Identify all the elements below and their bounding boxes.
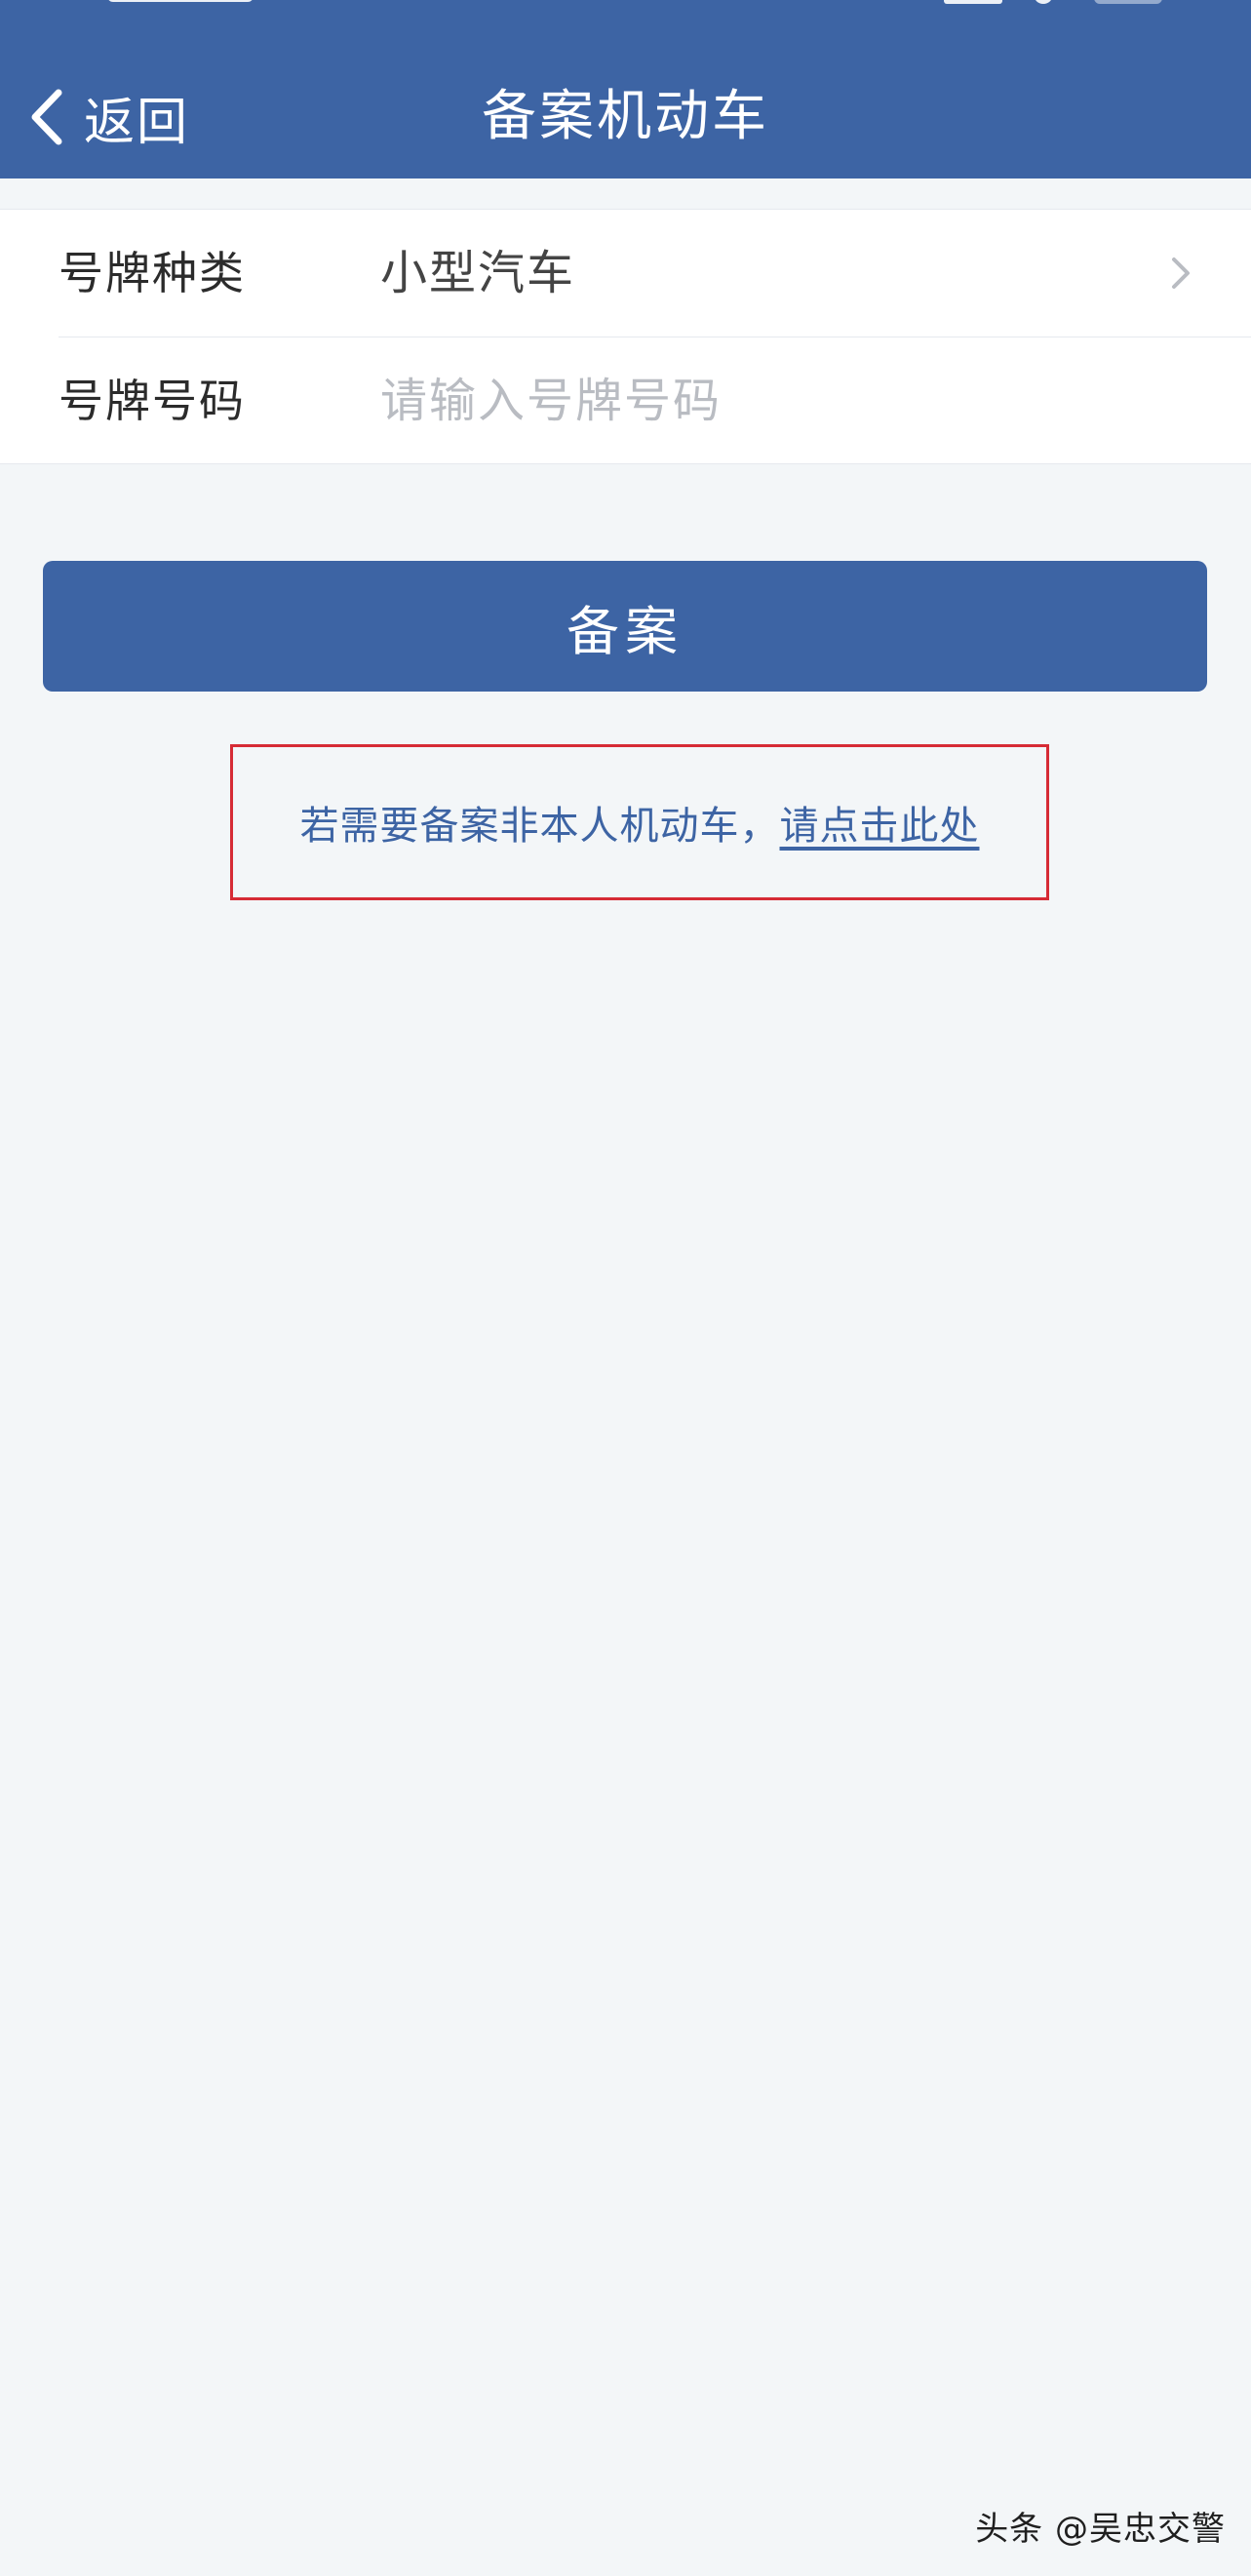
status-bar: [0, 0, 1251, 10]
page-title: 备案机动车: [482, 85, 769, 148]
register-button[interactable]: 备案: [43, 561, 1207, 692]
status-time-icon: [107, 0, 254, 2]
notice-text: 若需要备案非本人机动车，: [299, 804, 780, 849]
watermark: 头条 @吴忠交警: [975, 2510, 1226, 2549]
notice-highlight-box: 若需要备案非本人机动车， 请点击此处: [230, 744, 1049, 900]
plate-number-label: 号牌号码: [59, 375, 246, 427]
signal-icon: [944, 0, 1002, 4]
battery-icon: [1094, 0, 1162, 4]
plate-type-row[interactable]: 号牌种类 小型汽车: [0, 210, 1251, 337]
plate-number-row: 号牌号码: [0, 337, 1251, 464]
chevron-right-icon: [1166, 254, 1195, 293]
plate-type-label: 号牌种类: [59, 247, 246, 299]
notice-link[interactable]: 请点击此处: [780, 794, 980, 851]
vehicle-form: 号牌种类 小型汽车 号牌号码: [0, 209, 1251, 464]
app-header: 返回 备案机动车: [0, 0, 1251, 178]
plate-type-value: 小型汽车: [380, 246, 576, 300]
wifi-icon: [1034, 0, 1053, 4]
plate-number-input[interactable]: [380, 362, 1190, 440]
